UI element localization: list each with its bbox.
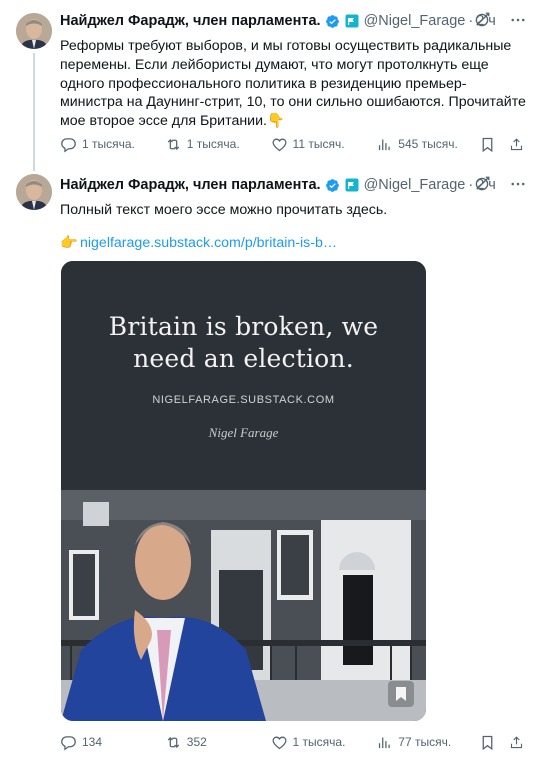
author-handle[interactable]: @Nigel_Farage <box>364 177 466 193</box>
views-count: 545 тысяч. <box>398 137 458 151</box>
affiliate-flag-icon[interactable] <box>345 14 359 28</box>
repost-icon <box>167 736 180 748</box>
author-name[interactable]: Найджел Фарадж, член парламента. <box>60 13 321 29</box>
views-button[interactable]: 545 тысяч. <box>376 136 479 153</box>
pointing-right-emoji: 👉 <box>60 235 78 251</box>
link-preview-card[interactable]: Britain is broken, we need an election. … <box>61 261 426 721</box>
pointing-down-emoji: 👇 <box>266 113 285 130</box>
avatar[interactable] <box>16 174 52 210</box>
views-button[interactable]: 77 тысяч. <box>376 734 479 751</box>
repost-count: 352 <box>186 735 207 749</box>
bookmark-button[interactable] <box>479 734 509 751</box>
like-button[interactable]: 11 тысяч. <box>271 136 377 153</box>
repost-icon <box>167 138 180 150</box>
reply-count: 134 <box>82 735 103 749</box>
verified-badge-icon <box>325 14 339 28</box>
reply-icon <box>61 735 76 750</box>
views-icon <box>379 139 391 150</box>
repost-count: 1 тысяча. <box>186 137 240 151</box>
tweet[interactable]: Найджел Фарадж, член парламента. @Nigel_… <box>0 160 545 762</box>
repost-button[interactable]: 352 <box>165 734 271 751</box>
like-count: 1 тысяча. <box>292 735 346 749</box>
tweet-text: Реформы требуют выборов, и мы готовы осу… <box>60 37 529 131</box>
card-photo <box>61 490 426 721</box>
views-count: 77 тысяч. <box>398 735 452 749</box>
grok-icon[interactable] <box>473 11 491 29</box>
card-title-line-1: Britain is broken, we <box>108 312 379 341</box>
share-icon <box>510 137 523 150</box>
link-line: 👉 nigelfarage.substack.com/p/britain-is-b… <box>60 234 337 253</box>
card-author: Nigel Farage <box>208 425 279 440</box>
grok-icon[interactable] <box>473 175 491 193</box>
tweet-header: Найджел Фарадж, член парламента. @Nigel_… <box>60 11 529 31</box>
card-url: NIGELFARAGE.SUBSTACK.COM <box>152 394 335 406</box>
reply-icon <box>61 137 76 152</box>
thread-line <box>33 53 35 171</box>
like-count: 11 тысяч. <box>292 137 345 151</box>
reply-button[interactable]: 134 <box>60 734 165 751</box>
reply-button[interactable]: 1 тысяча. <box>60 136 165 153</box>
verified-badge-icon <box>325 178 339 192</box>
author-handle[interactable]: @Nigel_Farage <box>364 13 466 29</box>
card-title-line-2: need an election. <box>133 344 354 373</box>
like-icon <box>272 138 287 151</box>
share-button[interactable] <box>509 734 529 751</box>
reply-count: 1 тысяча. <box>82 137 135 151</box>
avatar[interactable] <box>16 13 52 49</box>
tweet[interactable]: Найджел Фарадж, член парламента. @Nigel_… <box>0 0 545 171</box>
bookmark-button[interactable] <box>479 136 509 153</box>
card-header: Britain is broken, we need an election. … <box>61 261 426 490</box>
affiliate-flag-icon[interactable] <box>345 178 359 192</box>
more-icon[interactable] <box>509 175 527 193</box>
repost-button[interactable]: 1 тысяча. <box>165 136 271 153</box>
share-button[interactable] <box>509 136 529 153</box>
bookmark-icon <box>482 735 493 750</box>
tweet-header: Найджел Фарадж, член парламента. @Nigel_… <box>60 175 529 195</box>
card-title: Britain is broken, we need an election. <box>61 311 426 375</box>
tweet-text: Полный текст моего эссе можно прочитать … <box>60 202 388 218</box>
tweet-actions: 1 тысяча. 1 тысяча. 11 тысяч. 545 тысяч. <box>60 134 529 154</box>
views-icon <box>379 737 391 748</box>
like-button[interactable]: 1 тысяча. <box>271 734 377 751</box>
tweet-actions: 134 352 1 тысяча. 77 тысяч. <box>60 732 529 752</box>
tweet-text-content: Реформы требуют выборов, и мы готовы осу… <box>60 38 526 130</box>
substack-link[interactable]: nigelfarage.substack.com/p/britain-is-b… <box>80 235 337 251</box>
author-name[interactable]: Найджел Фарадж, член парламента. <box>60 177 321 193</box>
like-icon <box>272 736 287 749</box>
card-bookmark-overlay <box>388 681 414 707</box>
share-icon <box>510 735 523 748</box>
more-icon[interactable] <box>509 11 527 29</box>
bookmark-icon <box>482 137 493 152</box>
